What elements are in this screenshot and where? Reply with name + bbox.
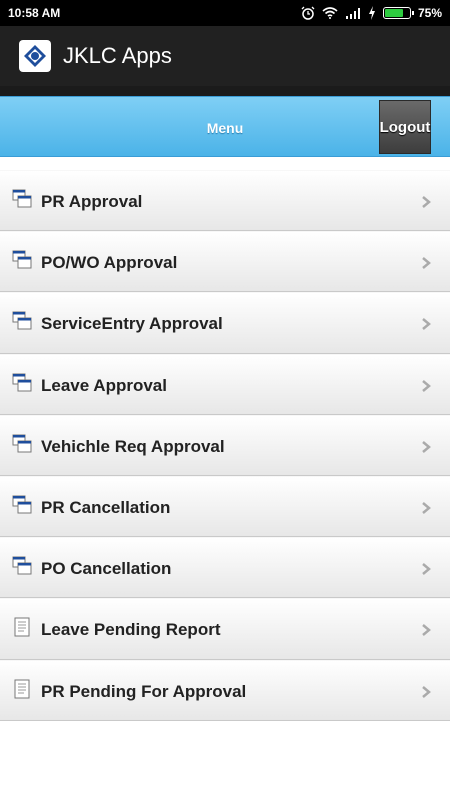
chevron-right-icon [421, 256, 431, 270]
windows-icon [12, 434, 32, 454]
windows-icon [12, 311, 32, 331]
menu-item[interactable]: Vehichle Req Approval [0, 414, 450, 476]
menu-item-label: PR Pending For Approval [41, 681, 247, 701]
app-title: JKLC Apps [63, 43, 172, 68]
menu-item-label: ServiceEntry Approval [41, 314, 223, 334]
menu-item[interactable]: Leave Approval [0, 353, 450, 415]
windows-icon [12, 373, 32, 393]
menu-item[interactable]: PO Cancellation [0, 537, 450, 599]
chevron-right-icon [421, 623, 431, 637]
menu-item-label: Leave Pending Report [41, 620, 221, 640]
menu-list: PR Approval PO/WO Approval ServiceEntry Ap… [0, 170, 450, 721]
battery-fill [384, 9, 403, 17]
battery-icon [382, 7, 414, 19]
menu-item[interactable]: PR Cancellation [0, 475, 450, 538]
windows-icon [12, 556, 32, 576]
menu-header: Menu Logout [0, 96, 450, 157]
menu-item[interactable]: PR Pending For Approval [0, 659, 450, 721]
windows-icon [12, 250, 32, 270]
chevron-right-icon [421, 440, 431, 454]
charging-icon [368, 6, 375, 20]
divider [0, 86, 450, 96]
menu-item-label: Leave Approval [41, 375, 167, 395]
menu-item[interactable]: PO/WO Approval [0, 231, 450, 293]
menu-item-label: Vehichle Req Approval [41, 436, 225, 456]
alarm-icon [301, 6, 315, 20]
wifi-icon [322, 7, 338, 19]
chevron-right-icon [421, 501, 431, 515]
signal-icon [345, 8, 360, 19]
chevron-right-icon [421, 562, 431, 576]
windows-icon [12, 495, 32, 515]
menu-item-label: PR Approval [41, 192, 143, 211]
windows-icon [12, 189, 32, 209]
menu-item-label: PR Cancellation [41, 497, 171, 517]
chevron-right-icon [421, 379, 431, 393]
app-bar: JKLC Apps [0, 26, 450, 86]
status-time: 10:58 AM [8, 6, 61, 20]
menu-item[interactable]: ServiceEntry Approval [0, 292, 450, 354]
battery-percent: 75% [417, 6, 442, 20]
document-icon [12, 617, 32, 637]
chevron-right-icon [421, 195, 431, 209]
menu-item-label: PO Cancellation [41, 559, 172, 579]
menu-item[interactable]: PR Approval [0, 170, 450, 232]
menu-item[interactable]: Leave Pending Report [0, 598, 450, 660]
chevron-right-icon [421, 685, 431, 699]
document-icon [12, 679, 32, 699]
status-bar: 10:58 AM 75% [0, 0, 450, 26]
app-logo-icon [19, 40, 51, 72]
logout-button[interactable]: Logout [379, 100, 431, 154]
menu-item-label: PO/WO Approval [41, 253, 178, 273]
chevron-right-icon [421, 317, 431, 331]
